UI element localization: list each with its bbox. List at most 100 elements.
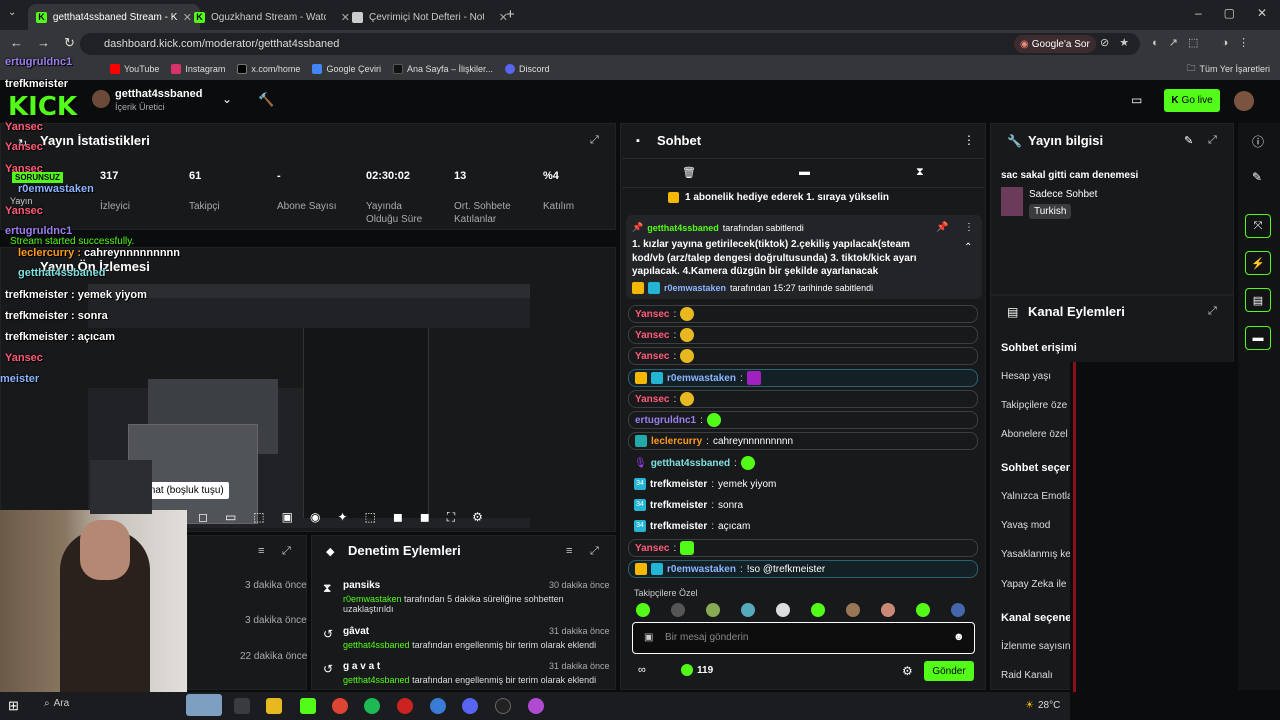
status-badge: SORUNSUZ xyxy=(12,172,63,183)
expand-icon[interactable]: ⤢ xyxy=(1208,134,1217,147)
action-subscribers-only[interactable]: Abonelere özel xyxy=(1001,429,1068,440)
chat-message[interactable]: Yansec: xyxy=(628,390,978,408)
chat-message[interactable]: 🎙 getthat4ssbaned: xyxy=(628,454,978,472)
chat-message[interactable]: Yansec: xyxy=(628,539,978,557)
filter-icon[interactable]: ≡ xyxy=(258,545,264,557)
chevron-down-icon[interactable]: ⌄ xyxy=(222,92,232,106)
bookmark-translate[interactable]: Google Çeviri xyxy=(312,64,381,74)
chat-message[interactable]: r0emwastaken: xyxy=(628,369,978,387)
action-raid-channel[interactable]: Raid Kanalı xyxy=(1001,670,1053,681)
bookmark-x[interactable]: x.com/home xyxy=(237,64,300,74)
player-controls[interactable]: ◻▭⬚▣◉✦⬚◼◼⛶⚙ xyxy=(198,510,500,525)
user-avatar[interactable] xyxy=(1234,91,1254,111)
chat-message[interactable]: Yansec: xyxy=(628,326,978,344)
hammer-icon[interactable]: 🔨 xyxy=(258,92,274,108)
chrome-icon[interactable] xyxy=(332,698,348,714)
widget-thumbnail[interactable] xyxy=(186,694,222,716)
discord-icon[interactable] xyxy=(462,698,478,714)
infinity-icon[interactable]: ∞ xyxy=(638,664,646,676)
app-icon[interactable] xyxy=(495,698,511,714)
action-account-age[interactable]: Hesap yaşı xyxy=(1001,371,1051,382)
tab-notepad[interactable]: Çevrimiçi Not Defteri - Notlarını✕ xyxy=(344,4,516,30)
kick-app-icon[interactable] xyxy=(300,698,316,714)
toolbar-icons[interactable]: ⊘★ ◐↗⬚ ◑⋮ xyxy=(1100,36,1259,49)
settings-icon[interactable] xyxy=(430,698,446,714)
chevron-up-icon[interactable]: ⌃ xyxy=(964,242,972,253)
go-live-button[interactable]: K Go live xyxy=(1164,89,1220,112)
chat-message[interactable]: r0emwastaken: !so @trefkmeister xyxy=(628,560,978,578)
bookmark-youtube[interactable]: YouTube xyxy=(110,64,159,74)
weather-widget[interactable]: ☀ 28°C xyxy=(1025,700,1060,711)
file-explorer-icon[interactable] xyxy=(266,698,282,714)
chat-message[interactable]: 34 trefkmeister: açıcam xyxy=(628,517,978,535)
time-label: 3 dakika önce xyxy=(245,580,307,591)
pencil-icon[interactable]: ✎ xyxy=(1252,170,1262,184)
mod-action-time: 31 dakika önce xyxy=(549,661,610,671)
send-button[interactable]: Gönder xyxy=(924,661,974,681)
emoji-icon[interactable]: ☻ xyxy=(953,631,965,643)
action-slow-mode[interactable]: Yavaş mod xyxy=(1001,520,1050,531)
overlay-chat-line: meister xyxy=(0,373,40,385)
action-followers-only[interactable]: Takipçilere öze xyxy=(1001,400,1067,411)
gift-banner[interactable]: 1 abonelik hediye ederek 1. sıraya yükse… xyxy=(668,192,889,203)
x-icon xyxy=(237,64,248,74)
gear-icon[interactable]: ⚙ xyxy=(902,664,913,678)
overlay-chat-line: ertugruldnc1 xyxy=(5,56,73,68)
action-banned-words[interactable]: Yasaklanmış ke xyxy=(1001,549,1071,560)
chat-message[interactable]: leclercurry: cahreynnnnnnnnn xyxy=(628,432,978,450)
chat-message[interactable]: Yansec: xyxy=(628,347,978,365)
expand-icon[interactable]: ⤢ xyxy=(590,545,599,558)
rail-button-bolt[interactable]: ⚡ xyxy=(1245,251,1271,275)
kick-icon: K xyxy=(36,11,47,23)
rail-button-expand[interactable]: ⤧ xyxy=(1245,214,1271,238)
spotify-icon[interactable] xyxy=(364,698,380,714)
rail-button-chat[interactable]: ▬ xyxy=(1245,326,1271,350)
unpin-icon[interactable]: 📌 xyxy=(936,222,948,233)
expand-icon[interactable]: ⤢ xyxy=(1208,305,1217,318)
emote-row[interactable] xyxy=(636,603,965,617)
bookmark-discord[interactable]: Discord xyxy=(505,64,550,74)
tab-oguzkhand[interactable]: KOguzkhand Stream - Watch Live✕ xyxy=(186,4,358,30)
taskbar-search[interactable]: ⌕ Ara xyxy=(44,698,69,709)
windows-start-icon[interactable]: ⊞ xyxy=(8,698,19,714)
more-icon[interactable]: ⋮ xyxy=(964,222,974,233)
app-icon[interactable] xyxy=(528,698,544,714)
bookmark-instagram[interactable]: Instagram xyxy=(171,64,225,74)
url-field[interactable]: dashboard.kick.com/moderator/getthat4ssb… xyxy=(80,33,1140,55)
more-icon[interactable]: ⋮ xyxy=(963,133,975,147)
obs-icon[interactable] xyxy=(397,698,413,714)
chat-message[interactable]: 34 trefkmeister: yemek yiyom xyxy=(628,475,978,493)
hourglass-icon[interactable]: ⧗ xyxy=(916,166,924,179)
info-icon[interactable]: ⓘ xyxy=(1252,133,1264,150)
chat-icon: ▪ xyxy=(636,135,640,147)
task-view-icon[interactable] xyxy=(234,698,250,714)
channel-actions-title: Kanal Eylemleri xyxy=(1028,304,1125,319)
all-bookmarks[interactable]: 🗀 Tüm Yer İşaretleri xyxy=(1186,61,1270,77)
section-chat-access: Sohbet erişimi xyxy=(1001,342,1077,354)
notepad-icon xyxy=(352,11,363,23)
avatar[interactable] xyxy=(92,90,110,108)
chat-message[interactable]: ertugruldnc1: xyxy=(628,411,978,429)
action-view-count[interactable]: İzlenme sayısın xyxy=(1001,641,1070,652)
tab-kick-stream[interactable]: Kgetthat4ssbaned Stream - Kick ✕ xyxy=(28,4,200,30)
rail-button-server[interactable]: ▤ xyxy=(1245,288,1271,312)
wrench-icon: 🔧 xyxy=(1007,134,1022,148)
chat-message[interactable]: 34 trefkmeister: sonra xyxy=(628,496,978,514)
nav-buttons[interactable]: ←→↻ xyxy=(10,35,89,51)
filter-icon[interactable]: ≡ xyxy=(566,545,572,557)
expand-icon[interactable]: ⤢ xyxy=(590,134,599,147)
bookmark-home[interactable]: Ana Sayfa – İlişkiler... xyxy=(392,64,493,74)
trash-icon[interactable]: 🗑 xyxy=(682,166,696,179)
chat-message[interactable]: Yansec: xyxy=(628,305,978,323)
window-controls[interactable]: –▢✕ xyxy=(1195,6,1280,20)
expand-icon[interactable]: ⤢ xyxy=(282,545,291,558)
action-emote-only[interactable]: Yalnızca Emotla xyxy=(1001,491,1073,502)
new-tab-button[interactable]: + xyxy=(506,6,515,23)
message-icon[interactable]: ▬ xyxy=(799,166,810,178)
action-ai-moderation[interactable]: Yapay Zeka ile xyxy=(1001,579,1066,590)
google-ask-button[interactable]: ◉ Google'a Sor xyxy=(1014,35,1096,53)
tab-search-icon[interactable]: ⌄ xyxy=(8,7,16,18)
mod-action-desc: getthat4ssbaned tarafından engellenmiş b… xyxy=(343,675,597,685)
edit-icon[interactable]: ✎ xyxy=(1184,134,1193,147)
camera-icon[interactable]: ▭ xyxy=(1131,93,1142,107)
